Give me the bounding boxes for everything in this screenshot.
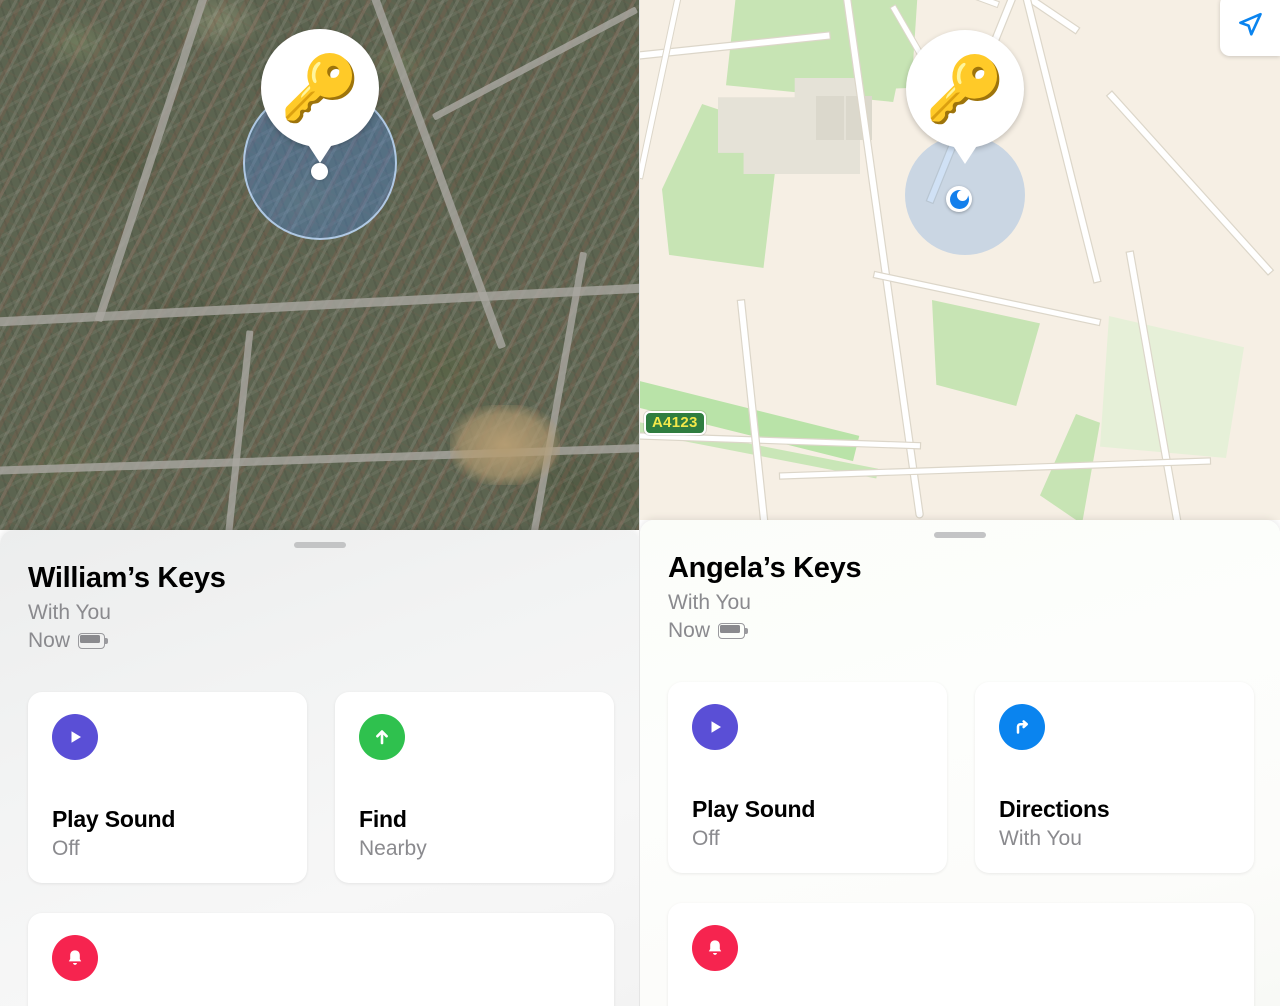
play-icon xyxy=(692,704,738,750)
locate-button[interactable] xyxy=(1220,0,1280,56)
card-title: Find xyxy=(359,806,407,832)
sheet-grabber[interactable] xyxy=(294,542,346,548)
card-title: Play Sound xyxy=(692,796,816,822)
bell-icon xyxy=(52,935,98,981)
last-seen-time: Now xyxy=(28,629,71,652)
play-sound-card[interactable]: Play Sound Off xyxy=(28,692,307,883)
item-status: With You xyxy=(668,591,751,614)
item-title: Angela’s Keys xyxy=(668,552,862,584)
card-title: Play Sound xyxy=(52,806,176,832)
key-pin[interactable]: 🔑 xyxy=(261,29,379,147)
item-meta: Now xyxy=(668,619,861,643)
standard-map[interactable]: A4123 🔑 xyxy=(640,0,1280,520)
key-pin[interactable]: 🔑 xyxy=(906,30,1024,148)
play-icon xyxy=(52,714,98,760)
user-location-dot xyxy=(946,186,972,212)
directions-card[interactable]: Directions With You xyxy=(975,682,1254,873)
item-meta: Now xyxy=(28,629,226,653)
satellite-bare-ground xyxy=(450,405,560,485)
card-title: Directions xyxy=(999,796,1110,822)
navigation-arrow-icon xyxy=(1239,12,1262,36)
bell-icon xyxy=(692,925,738,971)
card-subtitle: Nearby xyxy=(359,837,427,860)
satellite-map[interactable]: 🔑 xyxy=(0,0,639,530)
notifications-card[interactable] xyxy=(668,903,1254,1006)
action-card-row: Play Sound Off Directions With You xyxy=(668,682,1254,873)
sheet-grabber[interactable] xyxy=(934,532,986,538)
findmy-dual-screenshot: 🔑 William’s Keys With You Now Play Sound… xyxy=(0,0,1280,1006)
detail-sheet: Angela’s Keys With You Now Play Sound Of… xyxy=(640,520,1280,1006)
battery-full-icon xyxy=(78,633,109,649)
item-title: William’s Keys xyxy=(28,562,226,594)
key-icon: 🔑 xyxy=(925,53,1005,125)
road-shield: A4123 xyxy=(644,411,706,435)
item-status: With You xyxy=(28,601,111,624)
card-subtitle: With You xyxy=(999,827,1082,850)
detail-sheet: William’s Keys With You Now Play Sound O… xyxy=(0,530,639,1006)
sheet-header: Angela’s Keys With You Now xyxy=(668,552,862,643)
panel-left: 🔑 William’s Keys With You Now Play Sound… xyxy=(0,0,640,1006)
last-seen-time: Now xyxy=(668,619,711,642)
play-sound-card[interactable]: Play Sound Off xyxy=(668,682,947,873)
directions-icon xyxy=(999,704,1045,750)
battery-full-icon xyxy=(718,623,749,639)
notifications-card[interactable] xyxy=(28,913,614,1006)
device-location-dot xyxy=(311,163,328,180)
sheet-header: William’s Keys With You Now xyxy=(28,562,226,653)
find-card[interactable]: Find Nearby xyxy=(335,692,614,883)
card-subtitle: Off xyxy=(692,827,720,850)
card-subtitle: Off xyxy=(52,837,80,860)
key-icon: 🔑 xyxy=(280,52,360,124)
panel-right: A4123 🔑 Angela’s Keys With You Now Play … xyxy=(640,0,1280,1006)
building xyxy=(816,96,844,140)
arrow-up-icon xyxy=(359,714,405,760)
action-card-row: Play Sound Off Find Nearby xyxy=(28,692,614,883)
